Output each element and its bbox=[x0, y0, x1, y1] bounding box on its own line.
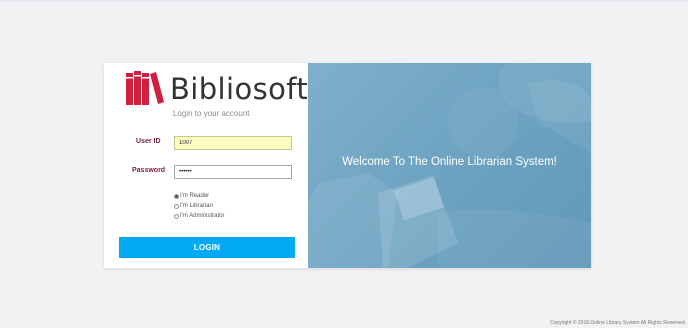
books-icon bbox=[126, 71, 164, 105]
radio-selected-icon[interactable] bbox=[174, 193, 179, 199]
user-id-label: User ID bbox=[136, 138, 161, 145]
radio-unselected-icon[interactable] bbox=[174, 213, 179, 219]
top-border bbox=[0, 0, 688, 2]
password-input[interactable] bbox=[174, 165, 292, 179]
role-label: I'm Librarian bbox=[180, 203, 213, 209]
login-subtitle: Login to your account bbox=[173, 109, 250, 118]
role-label: I'm Administrator bbox=[180, 213, 225, 219]
login-panel: Bibliosoft Login to your account User ID… bbox=[104, 63, 308, 268]
welcome-panel: Welcome To The Online Librarian System! bbox=[308, 63, 591, 268]
welcome-text: Welcome To The Online Librarian System! bbox=[342, 156, 557, 168]
user-id-input[interactable] bbox=[174, 136, 292, 150]
role-label: I'm Reader bbox=[180, 193, 210, 199]
role-option-reader[interactable]: I'm Reader bbox=[174, 191, 225, 201]
password-label: Password bbox=[132, 167, 166, 174]
role-option-administrator[interactable]: I'm Administrator bbox=[174, 211, 225, 221]
brand-name: Bibliosoft bbox=[170, 72, 309, 106]
role-selector: I'm Reader I'm Librarian I'm Administrat… bbox=[174, 191, 225, 221]
radio-unselected-icon[interactable] bbox=[174, 203, 179, 209]
role-option-librarian[interactable]: I'm Librarian bbox=[174, 201, 225, 211]
login-button[interactable]: LOGIN bbox=[119, 237, 295, 258]
copyright-text: Copyright © 2018.Online Library System A… bbox=[550, 320, 686, 326]
login-card: Bibliosoft Login to your account User ID… bbox=[104, 63, 591, 268]
